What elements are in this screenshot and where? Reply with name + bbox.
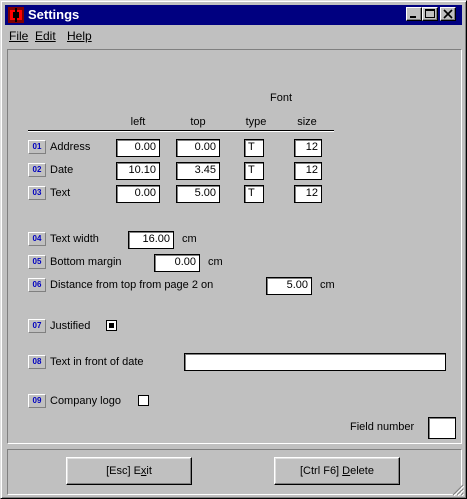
date-size-input[interactable]: 12 [294,162,322,180]
menu-edit[interactable]: Edit [35,29,56,43]
exit-button[interactable]: [Esc] Exit [66,457,192,485]
company-logo-label: Company logo [50,395,121,407]
column-header-size: size [297,116,317,128]
button-panel: [Esc] Exit [Ctrl F6] Delete [7,449,462,495]
field-number-label: Field number [350,421,415,433]
text-size-input[interactable]: 12 [294,185,322,203]
close-button[interactable] [440,7,456,21]
date-left-input[interactable]: 10.10 [116,162,160,180]
field-number-01[interactable]: 01 [28,140,46,154]
bottom-margin-label: Bottom margin [50,256,122,268]
field-number-03[interactable]: 03 [28,186,46,200]
field-number-09[interactable]: 09 [28,394,46,408]
delete-button-accelerator: D [342,465,351,477]
address-size-input[interactable]: 12 [294,139,322,157]
field-number-04[interactable]: 04 [28,232,46,246]
title-bar[interactable]: Settings [5,5,462,25]
column-header-left: left [130,116,146,128]
text-top-input[interactable]: 5.00 [176,185,220,203]
justified-checkbox[interactable] [106,320,117,331]
maximize-button[interactable] [422,7,438,21]
minimize-icon [410,16,416,18]
field-number-input[interactable] [428,417,456,439]
text-width-input[interactable]: 16.00 [128,231,174,249]
distance-top-label: Distance from top from page 2 on [50,279,214,291]
delete-button-label-suffix: elete [350,465,374,477]
distance-top-input[interactable]: 5.00 [266,277,312,295]
menu-file[interactable]: File [9,29,28,43]
menu-help[interactable]: Help [67,29,92,43]
field-number-08[interactable]: 08 [28,355,46,369]
field-number-07[interactable]: 07 [28,319,46,333]
resize-grip-icon[interactable] [452,484,464,496]
text-label: Text [50,187,71,199]
bottom-margin-unit: cm [208,256,223,268]
bottom-margin-input[interactable]: 0.00 [154,254,200,272]
menu-help-label: Help [67,29,92,43]
menu-edit-label: Edit [35,29,56,43]
text-width-unit: cm [182,233,197,245]
delete-button[interactable]: [Ctrl F6] Delete [274,457,400,485]
app-icon [8,7,24,23]
date-type-input[interactable]: T [244,162,264,180]
menu-bar: File Edit Help [5,27,462,45]
field-number-05[interactable]: 05 [28,255,46,269]
exit-button-label-suffix: it [146,465,152,477]
justified-label: Justified [50,320,91,332]
address-type-input[interactable]: T [244,139,264,157]
column-header-type: type [245,116,267,128]
settings-window: Settings File Edit Help Font left top ty… [0,0,467,499]
maximize-icon [425,9,435,18]
text-before-date-label: Text in front of date [50,356,144,368]
field-number-02[interactable]: 02 [28,163,46,177]
delete-button-label-prefix: [Ctrl F6] [300,465,343,477]
date-top-input[interactable]: 3.45 [176,162,220,180]
text-before-date-input[interactable] [184,353,446,371]
exit-button-label-prefix: [Esc] E [106,465,141,477]
settings-panel: Font left top type size 01 Address 0.00 … [7,49,462,444]
field-number-06[interactable]: 06 [28,278,46,292]
text-width-label: Text width [50,233,99,245]
address-top-input[interactable]: 0.00 [176,139,220,157]
text-left-input[interactable]: 0.00 [116,185,160,203]
header-divider [28,130,334,132]
company-logo-checkbox[interactable] [138,395,149,406]
text-type-input[interactable]: T [244,185,264,203]
close-icon [443,9,453,19]
column-header-top: top [190,116,206,128]
menu-file-label: File [9,29,29,43]
distance-top-unit: cm [320,279,335,291]
window-title: Settings [28,7,80,22]
address-left-input[interactable]: 0.00 [116,139,160,157]
date-label: Date [50,164,74,176]
address-label: Address [50,141,91,153]
font-group-header: Font [269,92,292,104]
minimize-button[interactable] [406,7,422,21]
